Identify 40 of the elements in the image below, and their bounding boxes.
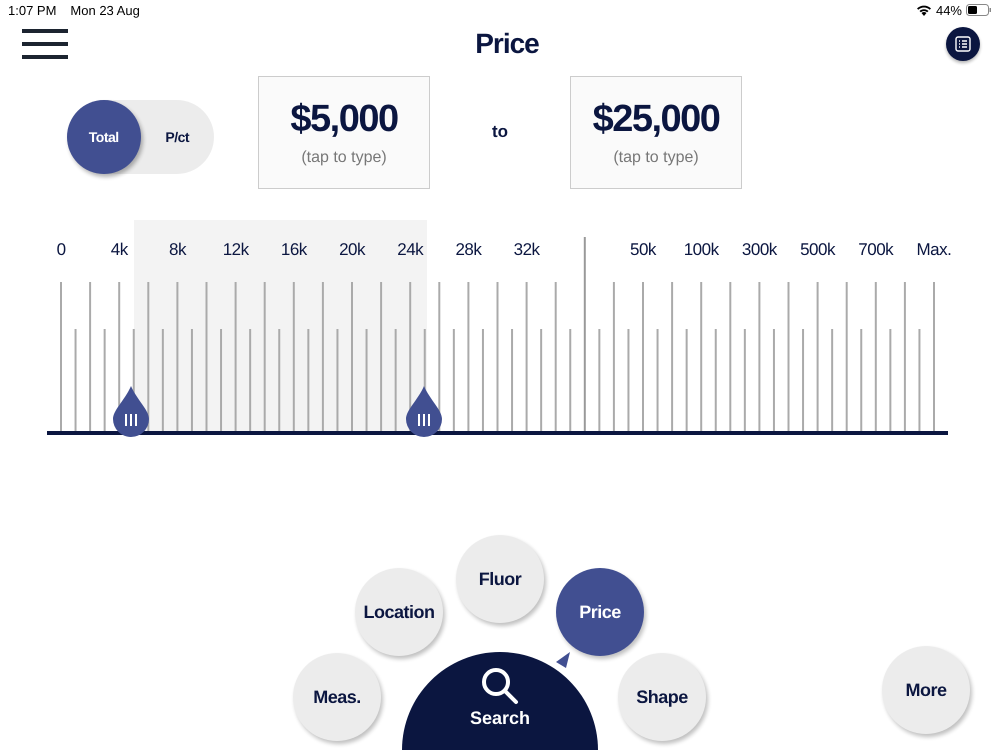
scale-label: 4k [110, 240, 130, 260]
scale-label: 50k [629, 240, 658, 260]
scale-label: 500k [799, 240, 836, 260]
scale-label: 12k [222, 240, 250, 260]
search-button[interactable]: Search [402, 652, 598, 750]
filter-option[interactable]: Fluor [456, 535, 544, 623]
min-price-field[interactable]: $5,000 (tap to type) [258, 76, 430, 188]
scale-label: 0 [56, 240, 67, 260]
filter-option[interactable]: Location [355, 568, 443, 656]
mode-toggle[interactable]: Total P/ct [67, 100, 214, 174]
scale-label: 32k [512, 240, 541, 260]
scale-label: 16k [280, 240, 308, 260]
slider-thumb[interactable] [110, 386, 151, 438]
more-button[interactable]: More [882, 646, 970, 734]
mode-option[interactable]: Total [67, 100, 140, 174]
slider-thumb[interactable] [404, 386, 444, 438]
scale-label: 300k [740, 240, 778, 260]
list-icon[interactable] [946, 27, 980, 61]
page-title: Price [475, 28, 539, 60]
scale-label: 28k [454, 240, 483, 260]
scale-label: 100k [682, 240, 720, 260]
filter-option[interactable]: Price [556, 568, 644, 656]
range-separator: to [490, 122, 510, 142]
filter-option[interactable]: Shape [618, 653, 706, 741]
menu-icon[interactable] [22, 29, 68, 59]
pointer-icon [556, 652, 570, 668]
search-icon [480, 666, 520, 706]
status-time: 1:07 PM [8, 2, 56, 18]
status-date: Mon 23 Aug [70, 2, 140, 18]
battery-percent: 44% [936, 2, 962, 18]
mode-option[interactable]: P/ct [140, 100, 214, 174]
filter-option[interactable]: Meas. [293, 653, 381, 741]
scale-label: 24k [396, 240, 424, 260]
max-price-field[interactable]: $25,000 (tap to type) [570, 76, 742, 188]
scale-label: Max. [915, 240, 952, 260]
battery-icon [966, 4, 992, 16]
scale-label: 20k [338, 240, 366, 260]
scale-label: 700k [857, 240, 894, 260]
wifi-icon [916, 4, 932, 16]
scale-label: 8k [168, 240, 188, 260]
